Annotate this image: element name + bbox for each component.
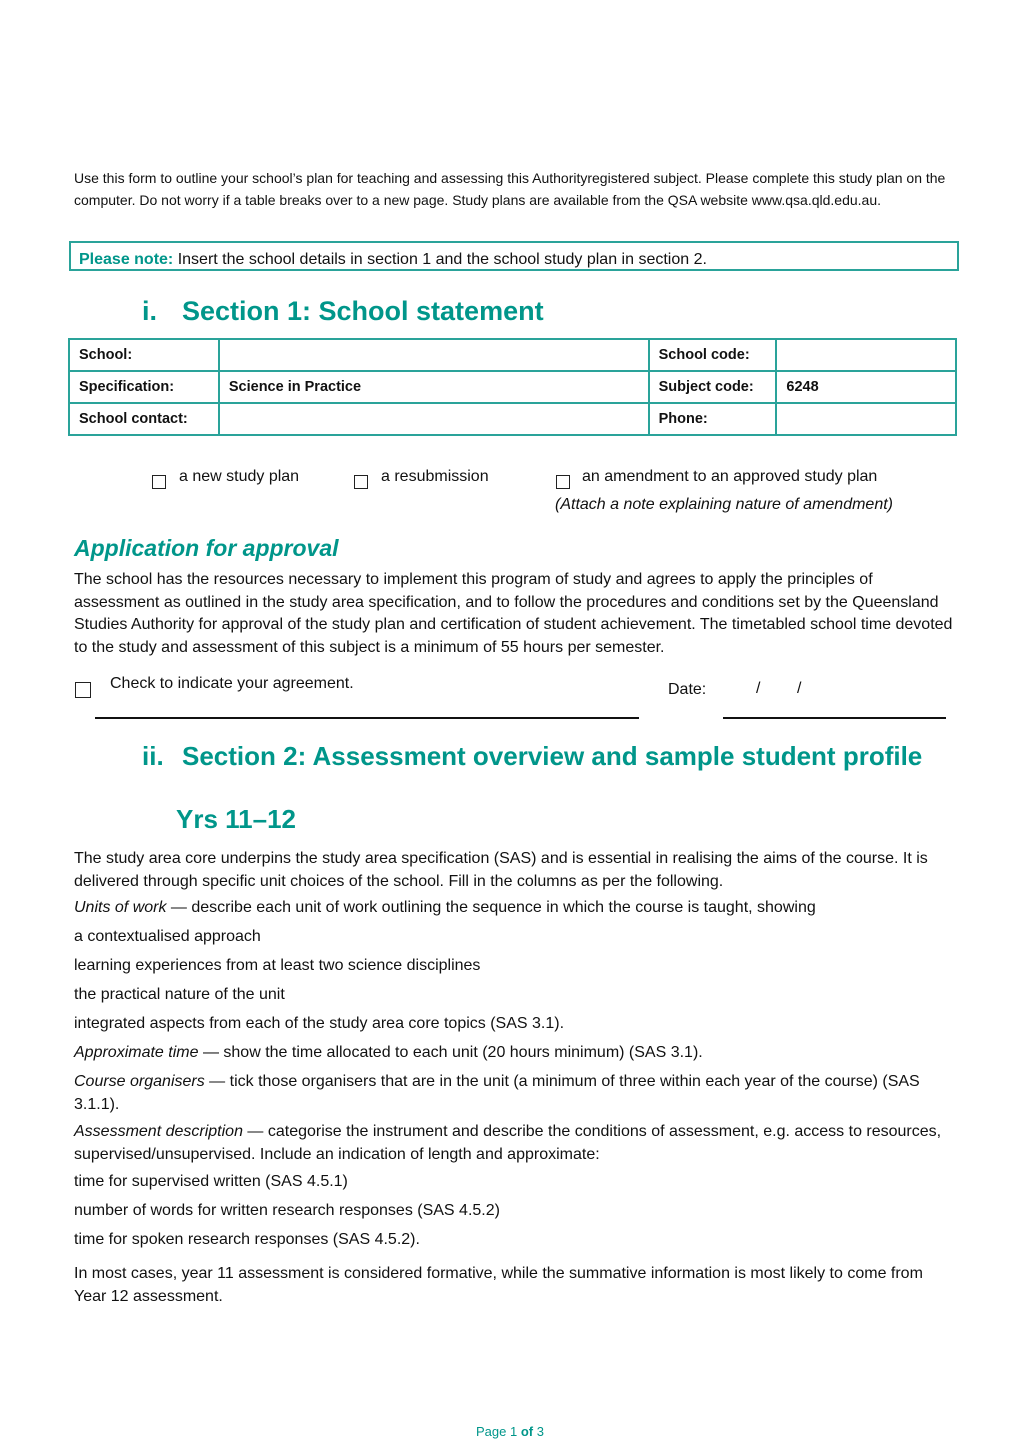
specification-label: Specification:: [68, 370, 220, 404]
amendment-note: (Attach a note explaining nature of amen…: [555, 496, 893, 513]
date-line[interactable]: [723, 717, 946, 719]
note-text: Insert the school details in section 1 a…: [173, 251, 707, 268]
section2-number: ii.: [142, 741, 164, 771]
approximate-time-item: Approximate time — show the time allocat…: [74, 1044, 703, 1062]
time-term: Approximate time: [74, 1044, 199, 1061]
note-label: Please note:: [79, 251, 174, 268]
phone-field[interactable]: [775, 402, 957, 436]
school-label: School:: [68, 338, 220, 372]
resubmission-label: a resubmission: [381, 468, 489, 485]
date-separator: /: [756, 680, 761, 697]
section2-heading: ii. Section 2: Assessment overview and sa…: [142, 741, 922, 772]
signature-line[interactable]: [95, 717, 639, 719]
page-word: Page: [476, 1424, 510, 1439]
closing-text: In most cases, year 11 assessment is con…: [74, 1265, 923, 1305]
section1-heading: i. Section 1: School statement: [142, 296, 544, 327]
table-row: School contact: Phone:: [68, 402, 957, 436]
school-contact-label: School contact:: [68, 402, 220, 436]
school-code-label: School code:: [647, 338, 778, 372]
resubmission-checkbox[interactable]: [354, 475, 368, 489]
date-separator: /: [797, 680, 802, 697]
course-organisers-item: Course organisers — tick those organiser…: [74, 1071, 954, 1116]
school-contact-field[interactable]: [217, 402, 650, 436]
school-field[interactable]: [217, 338, 650, 372]
agreement-label: Check to indicate your agreement.: [110, 675, 354, 692]
phone-label: Phone:: [647, 402, 778, 436]
units-text: — describe each unit of work outlining t…: [166, 899, 816, 916]
note-box: Please note: Insert the school details i…: [69, 241, 959, 271]
agreement-checkbox[interactable]: [75, 682, 91, 698]
list-item: learning experiences from at least two s…: [74, 957, 481, 974]
page-total: 3: [536, 1424, 544, 1439]
list-item: the practical nature of the unit: [74, 986, 285, 1003]
section2-intro: The study area core underpins the study …: [74, 850, 928, 890]
table-row: School: School code:: [68, 338, 957, 372]
section2-subtitle: Yrs 11–12: [176, 804, 297, 834]
units-of-work-item: Units of work — describe each unit of wo…: [74, 899, 816, 917]
specification-field[interactable]: Science in Practice: [217, 370, 650, 404]
page-footer: Page 1 of 3: [0, 1424, 1020, 1439]
list-item: integrated aspects from each of the stud…: [74, 1015, 565, 1032]
table-row: Specification: Science in Practice Subje…: [68, 370, 957, 404]
time-text: — show the time allocated to each unit (…: [198, 1044, 703, 1061]
approval-text: The school has the resources necessary t…: [74, 571, 953, 656]
amendment-label: an amendment to an approved study plan: [582, 468, 878, 485]
new-study-plan-checkbox[interactable]: [152, 475, 166, 489]
list-item: a contextualised approach: [74, 928, 261, 945]
subject-code-label: Subject code:: [647, 370, 778, 404]
list-item: time for supervised written (SAS 4.5.1): [74, 1173, 348, 1190]
school-code-field[interactable]: [775, 338, 957, 372]
date-label: Date:: [668, 681, 707, 698]
school-statement-table: School: School code: Specification: Scie…: [68, 338, 957, 436]
units-term: Units of work: [74, 899, 167, 916]
amendment-checkbox[interactable]: [556, 475, 570, 489]
list-item: time for spoken research responses (SAS …: [74, 1231, 420, 1248]
of-word: of: [517, 1424, 537, 1439]
approval-heading: Application for approval: [74, 535, 339, 561]
section1-number: i.: [142, 296, 158, 326]
intro-text: Use this form to outline your school’s p…: [74, 170, 946, 208]
section1-title: Section 1: School statement: [182, 296, 544, 326]
subject-code-field[interactable]: 6248: [775, 370, 957, 404]
list-item: number of words for written research res…: [74, 1202, 500, 1219]
assess-term: Assessment description: [74, 1123, 243, 1140]
assessment-description-item: Assessment description — categorise the …: [74, 1121, 954, 1166]
section2-title: Section 2: Assessment overview and sampl…: [182, 741, 923, 771]
organisers-term: Course organisers: [74, 1073, 205, 1090]
new-study-plan-label: a new study plan: [179, 468, 300, 485]
